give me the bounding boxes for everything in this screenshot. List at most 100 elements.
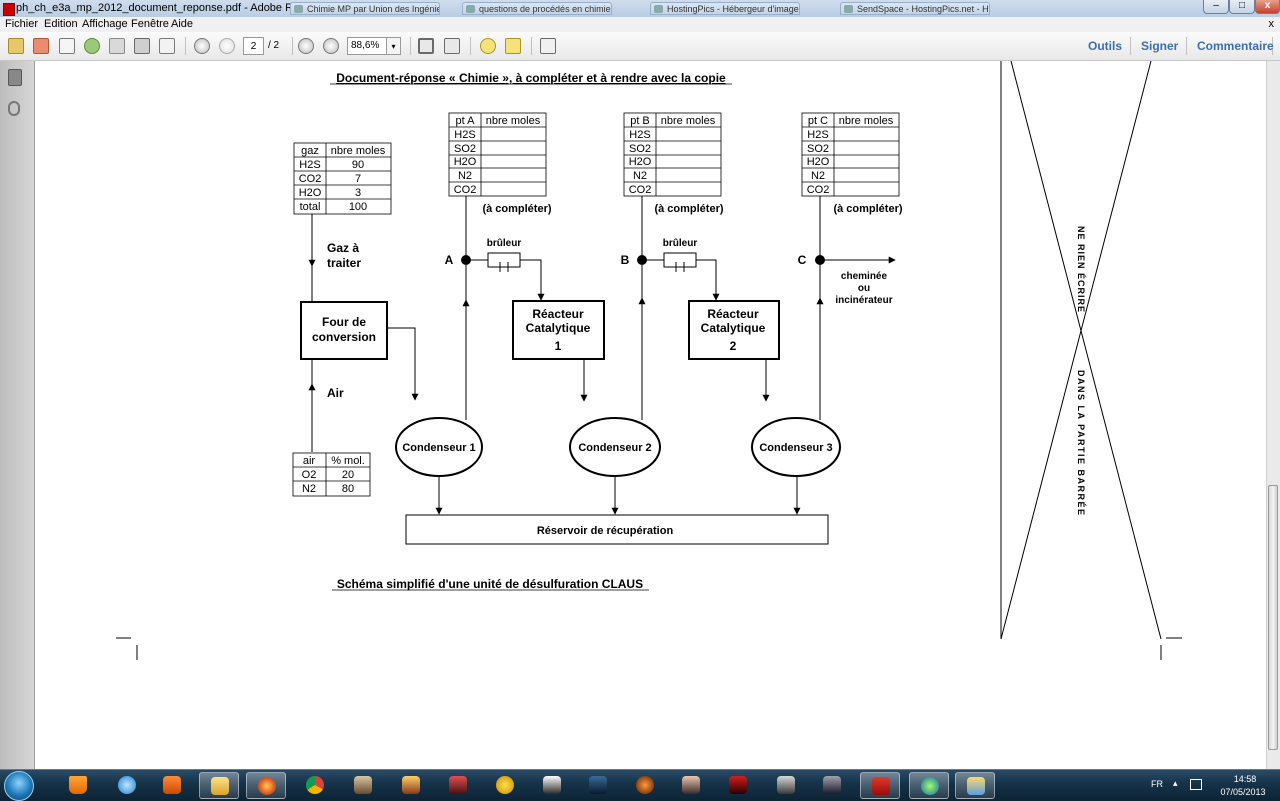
taskbar-app-8[interactable] bbox=[671, 772, 711, 799]
furnace-label-2: conversion bbox=[312, 330, 376, 344]
fit-width-icon[interactable] bbox=[444, 38, 460, 54]
gas-table-cell: total bbox=[300, 201, 321, 213]
menu-fichier[interactable]: Fichier bbox=[5, 18, 38, 30]
air-table-header-mol: % mol. bbox=[331, 455, 365, 467]
highlight-icon[interactable] bbox=[505, 38, 521, 54]
fullscreen-icon[interactable] bbox=[540, 38, 556, 54]
language-indicator[interactable]: FR bbox=[1151, 779, 1163, 789]
game-icon bbox=[589, 776, 607, 794]
comment-icon[interactable] bbox=[480, 38, 496, 54]
fit-page-icon[interactable] bbox=[418, 38, 434, 54]
gas-table-header-gaz: gaz bbox=[301, 145, 319, 157]
menu-fenetre[interactable]: Fenêtre bbox=[131, 18, 169, 30]
email-icon[interactable] bbox=[159, 38, 175, 54]
menu-affichage[interactable]: Affichage bbox=[82, 18, 128, 30]
menu-bar: Fichier Edition Affichage Fenêtre Aide x bbox=[0, 17, 1280, 32]
zoom-dropdown-icon[interactable]: ▾ bbox=[386, 37, 401, 55]
taskbar-chrome[interactable] bbox=[295, 772, 335, 799]
attachments-icon[interactable] bbox=[8, 101, 20, 116]
close-document-icon[interactable]: x bbox=[1269, 18, 1275, 30]
taskbar-app-4[interactable] bbox=[485, 772, 525, 799]
open-pdf-icon[interactable] bbox=[33, 38, 49, 54]
taskbar-app-11[interactable] bbox=[812, 772, 852, 799]
reactor-1-label-1: Réacteur bbox=[532, 307, 584, 321]
start-button[interactable] bbox=[4, 771, 34, 801]
save-icon[interactable] bbox=[109, 38, 125, 54]
internet-explorer-icon bbox=[118, 776, 136, 794]
pt-a-row: H2O bbox=[454, 156, 477, 168]
menu-aide[interactable]: Aide bbox=[171, 18, 193, 30]
clock-date[interactable]: 07/05/2013 bbox=[1215, 787, 1271, 797]
taskbar-adobe-reader[interactable] bbox=[860, 772, 900, 799]
firefox-icon bbox=[258, 777, 276, 795]
clock-time[interactable]: 14:58 bbox=[1223, 774, 1267, 784]
create-pdf-icon[interactable] bbox=[8, 38, 24, 54]
gas-feed-label-1: Gaz à bbox=[327, 241, 359, 255]
minimize-button[interactable]: – bbox=[1203, 0, 1229, 14]
paint-icon bbox=[967, 777, 985, 795]
windows-taskbar: FR ▴ 14:58 07/05/2013 bbox=[0, 769, 1280, 801]
pt-c-row: H2S bbox=[807, 129, 828, 141]
taskbar-app-7[interactable] bbox=[625, 772, 665, 799]
taskbar-app-12[interactable] bbox=[909, 772, 949, 799]
previous-page-icon[interactable] bbox=[194, 38, 210, 54]
taskbar-app-1[interactable] bbox=[343, 772, 383, 799]
taskbar-app-6[interactable] bbox=[578, 772, 618, 799]
page-total: / 2 bbox=[268, 40, 280, 51]
taskbar-ie[interactable] bbox=[107, 772, 147, 799]
taskbar-tab-3[interactable]: HostingPics - Hébergeur d'image et ... bbox=[650, 2, 800, 15]
burner-2-box bbox=[663, 252, 697, 268]
taskbar-app-10[interactable] bbox=[766, 772, 806, 799]
commentaire-link[interactable]: Commentaire bbox=[1197, 39, 1274, 53]
condenser-1-label: Condenseur 1 bbox=[402, 442, 475, 454]
edit-pdf-icon[interactable] bbox=[59, 38, 75, 54]
reservoir-label: Réservoir de récupération bbox=[537, 525, 674, 537]
game-icon bbox=[449, 776, 467, 794]
zoom-out-icon[interactable] bbox=[298, 38, 314, 54]
document-title: Document-réponse « Chimie », à compléter… bbox=[336, 71, 726, 85]
outils-link[interactable]: Outils bbox=[1088, 39, 1122, 53]
media-player-icon bbox=[163, 776, 181, 794]
taskbar-app-9[interactable] bbox=[718, 772, 758, 799]
gas-table-header-moles: nbre moles bbox=[331, 145, 386, 157]
pt-b-col: nbre moles bbox=[661, 115, 716, 127]
taskbar-paint[interactable] bbox=[955, 772, 995, 799]
print-icon[interactable] bbox=[134, 38, 150, 54]
point-c bbox=[815, 255, 825, 265]
taskbar-vlc[interactable] bbox=[58, 772, 98, 799]
maximize-button[interactable]: □ bbox=[1229, 0, 1255, 14]
pt-b-row: SO2 bbox=[629, 143, 651, 155]
taskbar-firefox[interactable] bbox=[246, 772, 286, 799]
zoom-in-icon[interactable] bbox=[323, 38, 339, 54]
taskbar-app-2[interactable] bbox=[391, 772, 431, 799]
toolbar-separator bbox=[410, 37, 411, 55]
gas-table-cell: 90 bbox=[352, 159, 364, 171]
close-button[interactable]: x bbox=[1255, 0, 1280, 14]
taskbar-tab-4[interactable]: SendSpace - HostingPics.net - Hébergemen… bbox=[840, 2, 990, 15]
page-thumbnails-icon[interactable] bbox=[8, 69, 22, 86]
taskbar-tab-1[interactable]: Chimie MP par Union des Ingénieurs... bbox=[290, 2, 440, 15]
network-icon[interactable] bbox=[1190, 779, 1202, 790]
next-page-icon[interactable] bbox=[219, 38, 235, 54]
menu-edition[interactable]: Edition bbox=[44, 18, 78, 30]
gas-table-cell: H2S bbox=[299, 159, 320, 171]
scrollbar-thumb[interactable] bbox=[1268, 485, 1278, 750]
game-icon bbox=[543, 776, 561, 794]
cloud-upload-icon[interactable] bbox=[84, 38, 100, 54]
taskbar-app-3[interactable] bbox=[438, 772, 478, 799]
taskbar-explorer[interactable] bbox=[199, 772, 239, 799]
zoom-input[interactable]: 88,6% bbox=[347, 37, 387, 55]
signer-link[interactable]: Signer bbox=[1141, 39, 1178, 53]
adobe-reader-icon bbox=[3, 3, 15, 16]
taskbar-app-5[interactable] bbox=[532, 772, 572, 799]
taskbar-tab-2[interactable]: questions de procédés en chimie bbox=[462, 2, 612, 15]
burner-1-box bbox=[487, 252, 521, 268]
pt-a-row: H2S bbox=[454, 129, 475, 141]
condenser-3-label: Condenseur 3 bbox=[759, 442, 832, 454]
game-icon bbox=[402, 776, 420, 794]
page-number-input[interactable]: 2 bbox=[243, 37, 264, 55]
pt-c-row: CO2 bbox=[807, 184, 830, 196]
show-hidden-icons-icon[interactable]: ▴ bbox=[1173, 778, 1178, 789]
pt-b-row: CO2 bbox=[629, 184, 652, 196]
taskbar-media[interactable] bbox=[152, 772, 192, 799]
